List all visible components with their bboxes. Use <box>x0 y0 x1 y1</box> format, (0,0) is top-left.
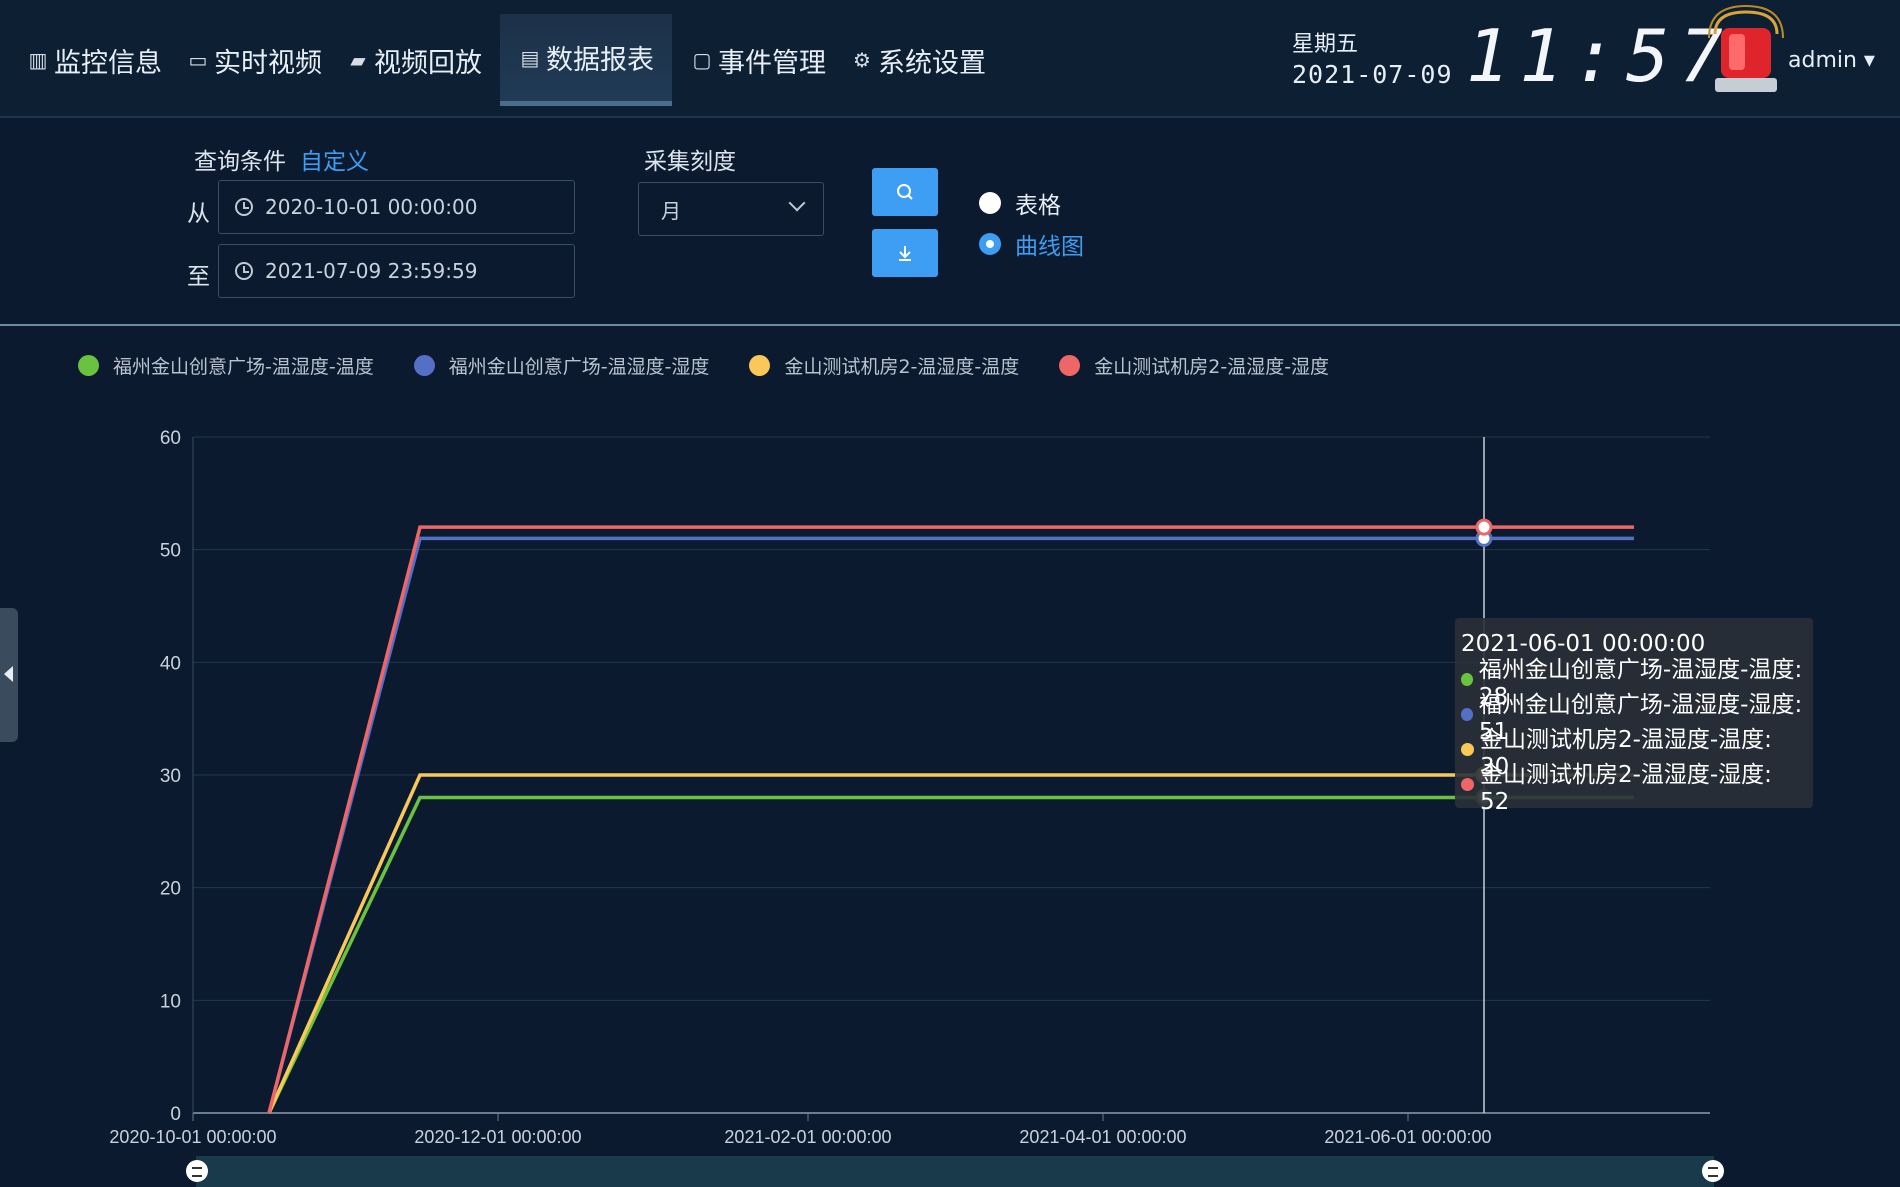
folder-icon: ▢ <box>692 48 712 72</box>
x-tick-label: 2021-06-01 00:00:00 <box>1324 1127 1491 1147</box>
series-line <box>267 795 1634 1114</box>
main-nav: ▥ 监控信息 ▭ 实时视频 ▰ 视频回放 ▤ 数据报表 ▢ 事件管理 ⚙ 系统设… <box>14 14 998 106</box>
series-line <box>267 773 1634 1114</box>
x-tick-label: 2020-10-01 00:00:00 <box>109 1127 276 1147</box>
view-chart-radio[interactable]: 曲线图 <box>979 227 1084 261</box>
y-tick-label: 0 <box>170 1104 181 1125</box>
zoom-handle-start[interactable] <box>186 1160 208 1182</box>
radio-unchecked-icon <box>979 192 1001 214</box>
granularity-value: 月 <box>661 198 681 223</box>
radio-checked-icon <box>979 233 1001 255</box>
user-name: admin <box>1788 48 1857 73</box>
clock-icon <box>235 198 253 216</box>
to-datetime-value: 2021-07-09 23:59:59 <box>265 259 478 283</box>
tooltip-row: 金山测试机房2-温湿度-湿度: 52 <box>1461 762 1807 815</box>
highlight-point <box>1475 518 1493 536</box>
clock-time: 11:57 <box>1466 14 1733 98</box>
nav-live-video-label: 实时视频 <box>214 47 322 79</box>
legend-label: 金山测试机房2-温湿度-温度 <box>784 356 1020 378</box>
download-button[interactable] <box>872 229 938 277</box>
download-icon <box>899 246 911 261</box>
from-datetime-input[interactable]: 2020-10-01 00:00:00 <box>218 180 575 234</box>
legend-item[interactable]: 金山测试机房2-温湿度-温度 <box>749 352 1019 379</box>
chart-tooltip: 2021-06-01 00:00:00 福州金山创意广场-温湿度-温度: 28 … <box>1455 618 1813 815</box>
y-tick-label: 60 <box>160 428 181 449</box>
x-tick-label: 2021-02-01 00:00:00 <box>724 1127 891 1147</box>
top-header: ▥ 监控信息 ▭ 实时视频 ▰ 视频回放 ▤ 数据报表 ▢ 事件管理 ⚙ 系统设… <box>0 0 1900 118</box>
x-tick-label: 2021-04-01 00:00:00 <box>1019 1127 1186 1147</box>
alarm-light-icon[interactable] <box>1705 4 1787 96</box>
chevron-down-icon <box>788 194 806 212</box>
series-line <box>267 536 1634 1114</box>
legend-item[interactable]: 金山测试机房2-温湿度-湿度 <box>1059 352 1329 379</box>
report-icon: ▤ <box>520 45 540 70</box>
tooltip-dot <box>1461 778 1474 791</box>
zoom-handle-end[interactable] <box>1702 1160 1724 1182</box>
granularity-label: 采集刻度 <box>644 149 736 175</box>
legend-label: 福州金山创意广场-温湿度-温度 <box>113 356 374 378</box>
nav-data-report-label: 数据报表 <box>546 45 654 76</box>
video-icon: ▭ <box>188 48 208 72</box>
y-tick-label: 40 <box>160 653 181 674</box>
caret-down-icon: ▾ <box>1856 48 1875 73</box>
nav-event-management[interactable]: ▢ 事件管理 <box>678 14 838 106</box>
legend-swatch <box>1059 355 1081 376</box>
y-tick-label: 20 <box>160 879 181 900</box>
tooltip-dot <box>1461 708 1473 721</box>
gear-icon: ⚙ <box>853 48 871 72</box>
from-datetime-value: 2020-10-01 00:00:00 <box>265 195 478 219</box>
view-chart-label: 曲线图 <box>1015 234 1084 260</box>
series-line <box>267 525 1634 1114</box>
custom-link[interactable]: 自定义 <box>300 142 369 176</box>
nav-playback[interactable]: ▰ 视频回放 <box>334 14 494 106</box>
y-tick-label: 30 <box>160 766 181 787</box>
chart-legend: 福州金山创意广场-温湿度-温度 福州金山创意广场-温湿度-湿度 金山测试机房2-… <box>78 352 1369 379</box>
legend-item[interactable]: 福州金山创意广场-温湿度-温度 <box>78 352 374 379</box>
zoom-slider-track[interactable] <box>196 1156 1714 1187</box>
from-label: 从 <box>187 201 210 227</box>
weekday-text: 星期五 <box>1292 32 1359 57</box>
legend-swatch <box>413 355 435 376</box>
search-button[interactable] <box>872 168 938 216</box>
clock-icon <box>235 262 253 280</box>
tooltip-row-text: 金山测试机房2-温湿度-湿度: 52 <box>1479 761 1772 815</box>
date-text: 2021-07-09 <box>1292 60 1453 89</box>
legend-label: 金山测试机房2-温湿度-湿度 <box>1094 356 1330 378</box>
nav-playback-label: 视频回放 <box>374 47 482 79</box>
nav-system-settings[interactable]: ⚙ 系统设置 <box>838 14 998 106</box>
to-datetime-input[interactable]: 2021-07-09 23:59:59 <box>218 244 575 298</box>
query-panel: 查询条件 自定义 从 2020-10-01 00:00:00 至 2021-07… <box>0 120 1900 326</box>
search-icon <box>897 184 913 200</box>
nav-data-report[interactable]: ▤ 数据报表 <box>500 14 672 106</box>
nav-monitor-label: 监控信息 <box>54 47 162 79</box>
nav-monitor[interactable]: ▥ 监控信息 <box>14 14 174 106</box>
nav-system-settings-label: 系统设置 <box>878 47 986 79</box>
legend-swatch <box>78 355 99 376</box>
nav-live-video[interactable]: ▭ 实时视频 <box>174 14 334 106</box>
y-tick-label: 50 <box>160 541 181 562</box>
legend-swatch <box>749 355 771 376</box>
legend-label: 福州金山创意广场-温湿度-湿度 <box>448 356 710 378</box>
camera-icon: ▰ <box>350 48 366 72</box>
tooltip-dot <box>1461 673 1473 686</box>
y-tick-label: 10 <box>160 991 181 1012</box>
legend-item[interactable]: 福州金山创意广场-温湿度-湿度 <box>413 352 710 379</box>
query-condition-label: 查询条件 <box>194 149 286 175</box>
building-icon: ▥ <box>28 48 48 72</box>
x-tick-label: 2020-12-01 00:00:00 <box>414 1127 581 1147</box>
tooltip-dot <box>1461 743 1474 756</box>
granularity-select[interactable]: 月 <box>638 182 824 236</box>
user-menu[interactable]: admin ▾ <box>1788 48 1875 73</box>
view-table-radio[interactable]: 表格 <box>979 186 1061 220</box>
to-label: 至 <box>187 264 210 290</box>
view-table-label: 表格 <box>1015 193 1061 219</box>
nav-event-management-label: 事件管理 <box>718 47 826 79</box>
